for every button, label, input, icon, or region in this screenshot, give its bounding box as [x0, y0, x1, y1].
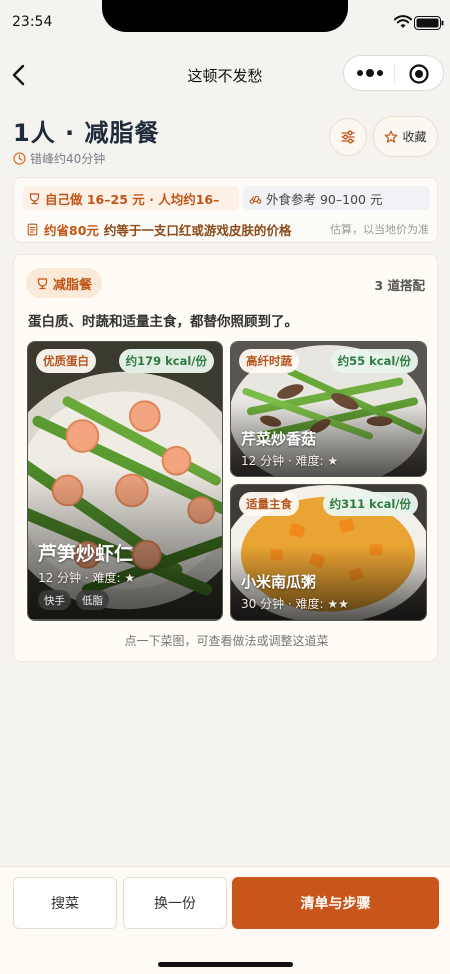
meal-type-label: 减脂餐 [53, 277, 93, 293]
filter-button[interactable] [329, 118, 367, 156]
time-note: 错峰约40分钟 [30, 152, 106, 166]
dish-meta: 12 分钟 · 难度: ★ [38, 571, 136, 585]
dish-name: 芹菜炒香菇 [241, 430, 317, 448]
dish-tag: 低脂 [76, 590, 109, 610]
dish-tag: 快手 [38, 590, 71, 610]
capsule-divider [394, 65, 395, 83]
takeout-cost: 外食参考 90–100 元 [266, 191, 383, 207]
meal-type-tag: 减脂餐 [26, 268, 103, 298]
status-time: 23:54 [12, 14, 53, 30]
dish-name: 小米南瓜粥 [241, 573, 317, 591]
clock-icon [13, 152, 26, 165]
document-icon [27, 223, 38, 236]
dish-meta: 12 分钟 · 难度: ★ [241, 454, 339, 468]
status-bar: 23:54 [0, 0, 450, 48]
dish-meta: 30 分钟 · 难度: ★★ [241, 597, 349, 611]
cost-card: 自己做 16–25 元 · 人均约16– 外食参考 90–100 元 约省80元… [13, 177, 438, 243]
dish-kcal-badge: 约55 kcal/份 [330, 349, 418, 373]
search-dish-button[interactable]: 搜菜 [13, 877, 117, 929]
dish-kcal-badge: 约311 kcal/份 [322, 492, 418, 516]
dish-count: 3 道搭配 [374, 278, 425, 293]
meal-description: 蛋白质、时蔬和适量主食，都替你照顾到了。 [28, 314, 298, 330]
close-circle-icon[interactable] [408, 63, 430, 85]
savings-row: 约省80元 约等于一支口红或游戏皮肤的价格 [26, 220, 291, 239]
nav-bar: 这顿不发愁 [0, 52, 450, 98]
wifi-icon [394, 15, 412, 28]
shopping-list-steps-button[interactable]: 清单与步骤 [232, 877, 439, 929]
notch [102, 0, 348, 32]
bottom-action-bar: 搜菜 换一份 清单与步骤 [0, 866, 450, 974]
dish-card-millet-pumpkin-porridge[interactable]: 适量主食 约311 kcal/份 小米南瓜粥 30 分钟 · 难度: ★★ [230, 484, 427, 621]
dish-category-label: 优质蛋白 [36, 349, 96, 373]
time-note-row: 错峰约40分钟 [13, 150, 105, 167]
meal-card: 减脂餐 3 道搭配 蛋白质、时蔬和适量主食，都替你照顾到了。 优质蛋白 约179… [13, 254, 438, 662]
dish-category-label: 适量主食 [239, 492, 299, 516]
favorite-label: 收藏 [402, 130, 427, 144]
filter-icon [341, 130, 355, 144]
favorite-button[interactable]: 收藏 [373, 116, 438, 157]
swap-meal-button[interactable]: 换一份 [123, 877, 227, 929]
self-cook-cost: 自己做 16–25 元 · 人均约16– [45, 191, 220, 207]
estimate-note: 估算，以当地价为准 [330, 223, 429, 236]
dish-hint: 点一下菜图，可查看做法或调整这道菜 [124, 634, 329, 648]
dish-card-shrimp-asparagus[interactable]: 优质蛋白 约179 kcal/份 芦笋炒虾仁 12 分钟 · 难度: ★ 快手 … [27, 341, 223, 621]
cup-icon [37, 277, 48, 289]
dish-name: 芦笋炒虾仁 [38, 543, 134, 565]
takeout-chip: 外食参考 90–100 元 [243, 186, 430, 210]
car-icon [249, 195, 262, 204]
star-icon [385, 130, 398, 143]
savings-description: 约等于一支口红或游戏皮肤的价格 [103, 223, 292, 238]
dish-kcal-badge: 约179 kcal/份 [118, 349, 214, 373]
savings-amount: 约省80元 [44, 223, 99, 238]
page-title: 1人 · 减脂餐 [13, 119, 160, 147]
cup-icon [29, 192, 40, 204]
dish-tags: 快手 低脂 [38, 590, 109, 610]
dish-category-label: 高纤时蔬 [239, 349, 299, 373]
home-indicator[interactable] [158, 962, 293, 967]
dish-card-celery-mushroom[interactable]: 高纤时蔬 约55 kcal/份 芹菜炒香菇 12 分钟 · 难度: ★ [230, 341, 427, 477]
battery-icon [414, 16, 444, 30]
mini-program-capsule [343, 55, 444, 91]
more-icon[interactable] [356, 67, 384, 79]
self-cook-chip: 自己做 16–25 元 · 人均约16– [23, 186, 239, 210]
